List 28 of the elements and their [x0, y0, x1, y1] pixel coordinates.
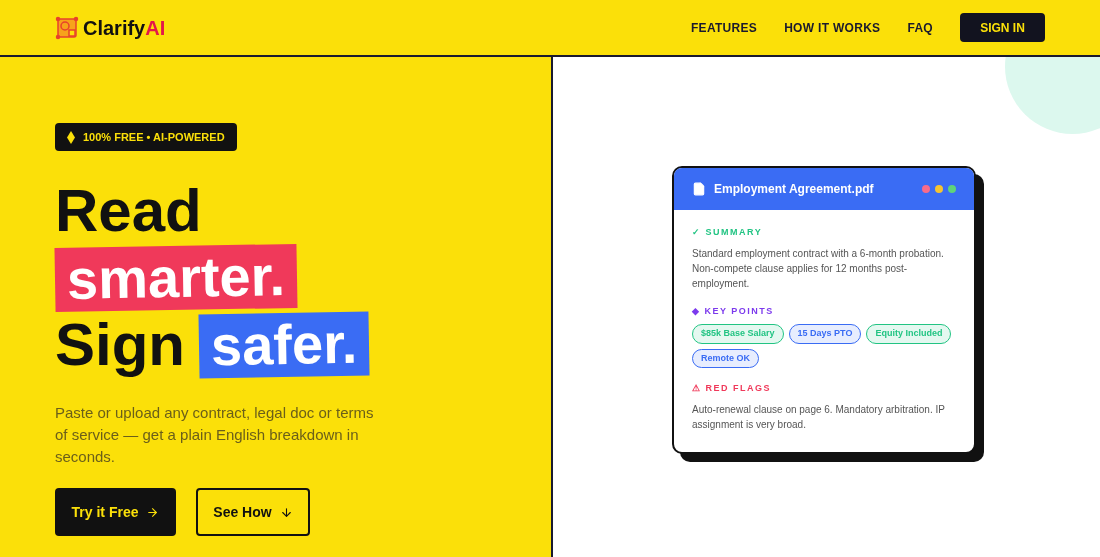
document-title: Employment Agreement.pdf	[714, 181, 874, 199]
nav-link[interactable]: FAQ	[907, 18, 933, 37]
section-text: Standard employment contract with a 6-month probation. Non-compete clause applies for 12 months post-employment.	[692, 246, 945, 291]
arrow-right-icon	[146, 505, 160, 519]
brand-logo[interactable]: ClarifyAI	[83, 12, 166, 43]
section-heading: ⚠ RED FLAGS	[692, 382, 772, 396]
key-point-tag: 15 Days PTO	[788, 324, 862, 344]
key-point-tag: $85k Base Salary	[692, 324, 784, 344]
key-point-tag: Remote OK	[692, 348, 759, 369]
highlighted-headline-word: smarter.	[54, 243, 298, 312]
logo-icon	[55, 15, 79, 40]
headline-word: Read	[55, 177, 202, 244]
see-how-button[interactable]: See How	[196, 488, 310, 536]
arrow-down-icon	[279, 505, 293, 519]
section-heading: ◆ KEY POINTS	[692, 304, 775, 318]
highlighted-headline-word: safer.	[198, 311, 370, 378]
free-badge: 100% FREE • AI-POWERED	[55, 123, 237, 151]
nav-link[interactable]: FEATURES	[690, 18, 758, 37]
document-icon	[692, 182, 706, 197]
nav-link[interactable]: HOW IT WORKS	[784, 18, 881, 37]
section-heading: ✓ SUMMARY	[692, 226, 764, 240]
key-point-tag: Equity Included	[866, 324, 952, 344]
headline-word: Sign	[55, 311, 185, 378]
section-text: Auto-renewal clause on page 6. Mandatory arbitration. IP assignment is very broad.	[692, 402, 946, 432]
diamond-icon	[67, 130, 75, 144]
hero-description: Paste or upload any contract, legal doc or terms of service — get a plain English breakdown in seconds.	[55, 403, 375, 467]
try-free-button[interactable]: Try it Free	[55, 488, 176, 536]
sign-in-button[interactable]: SIGN IN	[960, 13, 1045, 42]
